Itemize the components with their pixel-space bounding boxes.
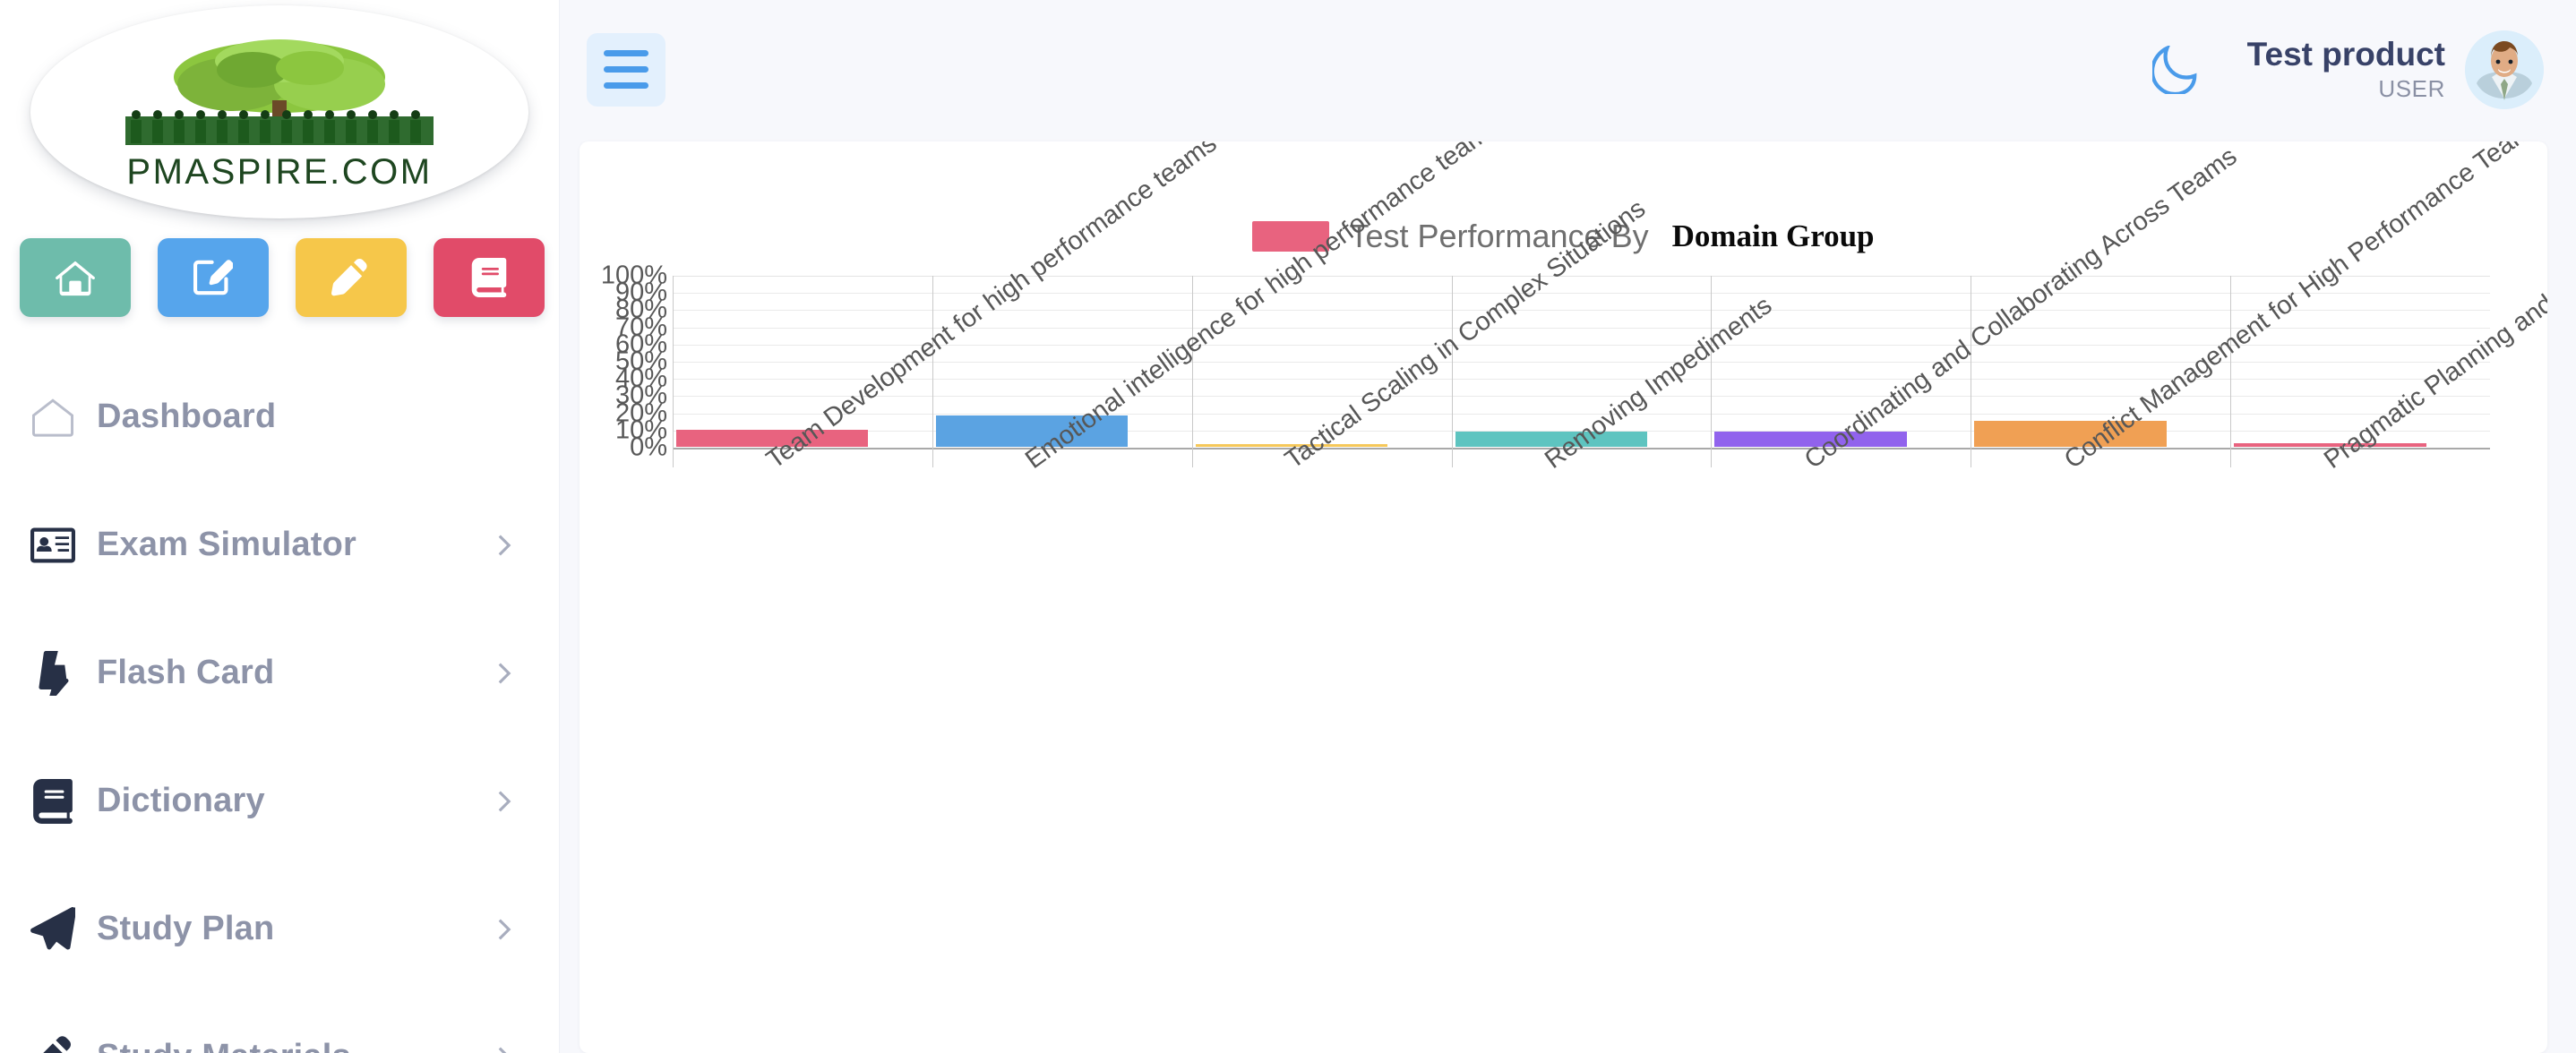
- bolt-icon-wrap: [30, 650, 97, 696]
- app-root: PMASPIRE.COM Dashboard Exam Simulator Fl…: [0, 0, 2576, 1053]
- x-axis-tick: [932, 276, 933, 467]
- pencil-icon-wrap: [30, 1035, 97, 1053]
- pencil-button[interactable]: [296, 238, 407, 317]
- sidebar-item-label: Dictionary: [97, 782, 265, 819]
- hamburger-icon-line: [604, 50, 648, 56]
- chart-plot-area: 100% 90% 80% 70% 60% 50% 40% 30% 20% 10% 0% Team D…: [580, 141, 2547, 1053]
- x-axis-tick: [2230, 276, 2232, 467]
- logo-container[interactable]: PMASPIRE.COM: [0, 0, 559, 218]
- sidebar-item-label: Study Plan: [97, 910, 275, 947]
- sidebar-item-label: Exam Simulator: [97, 526, 357, 563]
- home-icon-wrap: [30, 395, 97, 440]
- book-icon: [471, 258, 507, 297]
- main-content: Test product USER Test Performance By Do…: [560, 0, 2576, 1053]
- chart-title: Test Performance By Domain Group: [580, 141, 2547, 255]
- chevron-right-icon: [493, 662, 516, 685]
- chevron-right-icon: [493, 790, 516, 813]
- sidebar-item-study-plan[interactable]: Study Plan: [0, 865, 559, 993]
- sidebar-item-exam-simulator[interactable]: Exam Simulator: [0, 481, 559, 609]
- home-icon: [31, 398, 74, 437]
- gridline: [673, 293, 2490, 295]
- moon-icon: [2151, 45, 2197, 94]
- sidebar-item-label: Flash Card: [97, 654, 275, 691]
- sidebar-item-flash-card[interactable]: Flash Card: [0, 609, 559, 737]
- y-axis-tick-label: 0%: [630, 432, 667, 462]
- x-axis-tick: [673, 276, 674, 467]
- pen-square-icon: [193, 260, 233, 295]
- sidebar-item-label: Dashboard: [97, 398, 277, 435]
- id-card-icon: [30, 527, 75, 562]
- tree-people-logo-art: [125, 39, 434, 145]
- gridline: [673, 379, 2490, 381]
- chevron-right-icon: [493, 534, 516, 557]
- book-button[interactable]: [434, 238, 545, 317]
- sidebar-item-label: Study Materials: [97, 1038, 493, 1053]
- paper-plane-icon: [30, 906, 75, 949]
- x-axis-tick: [1711, 276, 1713, 467]
- avatar[interactable]: [2465, 30, 2544, 109]
- menu-toggle-button[interactable]: [587, 32, 665, 107]
- logo-wordmark: PMASPIRE.COM: [126, 151, 433, 192]
- user-name: Test product: [2246, 35, 2445, 73]
- paper-plane-icon-wrap: [30, 906, 97, 952]
- id-card-icon-wrap: [30, 523, 97, 568]
- gridline: [673, 276, 2490, 277]
- dark-mode-toggle[interactable]: [2145, 39, 2208, 101]
- chevron-right-icon: [493, 918, 516, 941]
- sidebar-item-dictionary[interactable]: Dictionary: [0, 737, 559, 865]
- pencil-icon: [42, 1035, 71, 1053]
- chart-card: Test Performance By Domain Group 100% 90%…: [580, 141, 2547, 1053]
- home-icon: [56, 261, 95, 296]
- sidebar: PMASPIRE.COM Dashboard Exam Simulator Fl…: [0, 0, 560, 1053]
- gridline: [673, 396, 2490, 398]
- pencil-icon: [331, 259, 367, 296]
- book-icon-wrap: [30, 778, 97, 824]
- sidebar-item-dashboard[interactable]: Dashboard: [0, 353, 559, 481]
- sidebar-item-study-materials[interactable]: Study Materials: [0, 993, 559, 1053]
- chart-title-emphasis: Domain Group: [1671, 218, 1875, 253]
- user-info[interactable]: Test product USER: [2247, 36, 2445, 103]
- home-button[interactable]: [20, 238, 131, 317]
- bolt-icon: [39, 650, 69, 696]
- user-role: USER: [2378, 75, 2445, 103]
- top-bar: Test product USER: [560, 0, 2576, 139]
- hamburger-icon-line: [604, 66, 648, 73]
- pmaspire-logo: PMASPIRE.COM: [30, 5, 528, 218]
- hamburger-icon-line: [604, 82, 648, 89]
- book-icon: [33, 778, 73, 824]
- user-avatar-icon: [2465, 30, 2544, 109]
- quick-action-bar: [0, 218, 559, 317]
- edit-square-button[interactable]: [158, 238, 269, 317]
- x-axis-tick: [1451, 276, 1453, 467]
- x-axis-tick: [1191, 276, 1193, 467]
- sidebar-nav: Dashboard Exam Simulator Flash Card Dict…: [0, 353, 559, 1053]
- gridline: [673, 310, 2490, 312]
- gridline: [673, 413, 2490, 415]
- chevron-right-icon: [493, 1046, 516, 1053]
